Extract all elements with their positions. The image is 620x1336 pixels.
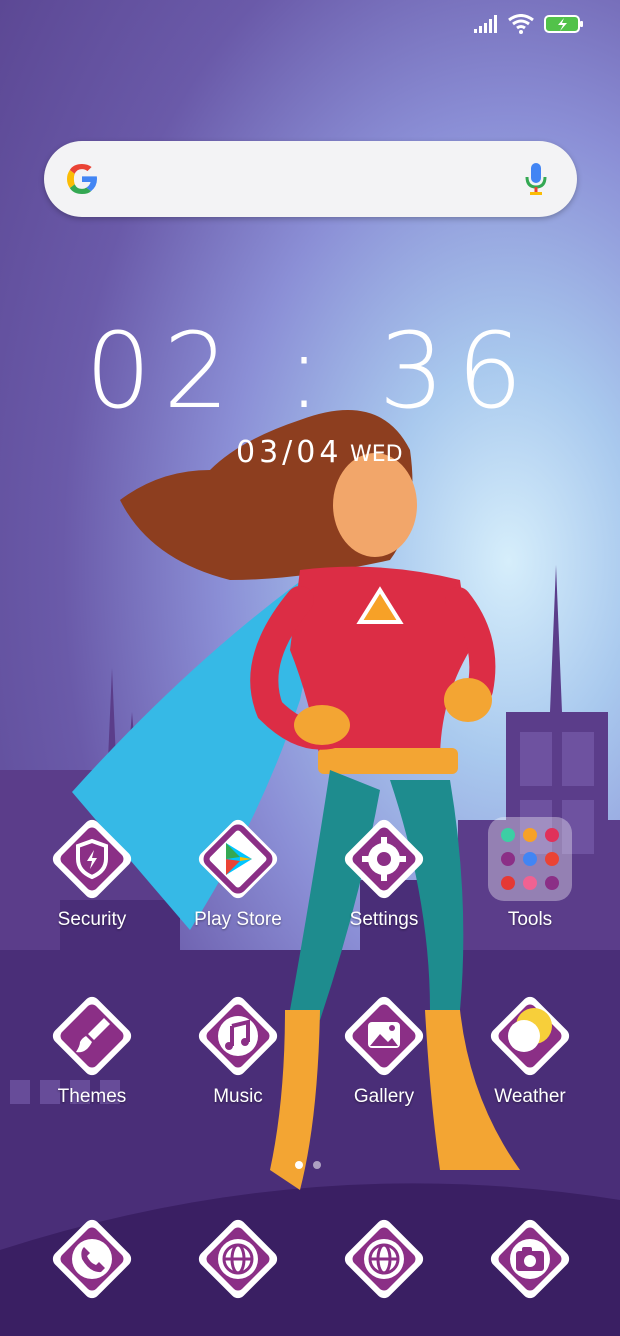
- app-security[interactable]: Security: [32, 813, 152, 931]
- music-note-icon: [192, 990, 284, 1082]
- app-weather[interactable]: Weather: [470, 990, 590, 1108]
- globe-icon: [338, 1213, 430, 1305]
- clock-day: WED: [350, 442, 403, 467]
- weather-icon: [484, 990, 576, 1082]
- battery-charging-icon: [544, 14, 584, 38]
- clock-time[interactable]: 02 : 36: [0, 310, 620, 432]
- phone-icon: [46, 1213, 138, 1305]
- app-music[interactable]: Music: [178, 990, 298, 1108]
- search-bar[interactable]: [44, 141, 577, 217]
- app-tools-folder[interactable]: Tools: [470, 813, 590, 931]
- app-label: Play Store: [194, 909, 282, 930]
- app-label: Music: [213, 1086, 263, 1107]
- folder-icon: [484, 813, 576, 905]
- app-label: Security: [57, 909, 127, 930]
- wifi-icon: [508, 14, 534, 38]
- app-play-store[interactable]: Play Store: [178, 813, 298, 931]
- app-label: Weather: [494, 1086, 566, 1107]
- play-store-icon: [192, 813, 284, 905]
- app-settings[interactable]: Settings: [324, 813, 444, 931]
- app-gallery[interactable]: Gallery: [324, 990, 444, 1108]
- globe-icon: [192, 1213, 284, 1305]
- app-label: Tools: [507, 909, 553, 930]
- mic-icon[interactable]: [523, 161, 549, 197]
- home-screen: 02 : 36 03/04 WED Security Play Store Se…: [0, 0, 620, 1336]
- app-themes[interactable]: Themes: [32, 990, 152, 1108]
- dock-phone[interactable]: [32, 1213, 152, 1305]
- page-dot[interactable]: [295, 1161, 303, 1169]
- google-g-icon: [64, 161, 100, 197]
- page-dot[interactable]: [313, 1161, 321, 1169]
- clock-date: 03/04: [236, 435, 343, 470]
- gear-icon: [338, 813, 430, 905]
- app-label: Gallery: [353, 1086, 415, 1107]
- app-label: Settings: [349, 909, 419, 930]
- status-bar: [474, 14, 584, 38]
- dock-browser[interactable]: [178, 1213, 298, 1305]
- dock-camera[interactable]: [470, 1213, 590, 1305]
- page-indicator[interactable]: [295, 1161, 321, 1169]
- dock-browser-2[interactable]: [324, 1213, 444, 1305]
- camera-icon: [484, 1213, 576, 1305]
- paintbrush-icon: [46, 990, 138, 1082]
- app-label: Themes: [57, 1086, 127, 1107]
- shield-icon: [46, 813, 138, 905]
- image-icon: [338, 990, 430, 1082]
- signal-icon: [474, 15, 498, 37]
